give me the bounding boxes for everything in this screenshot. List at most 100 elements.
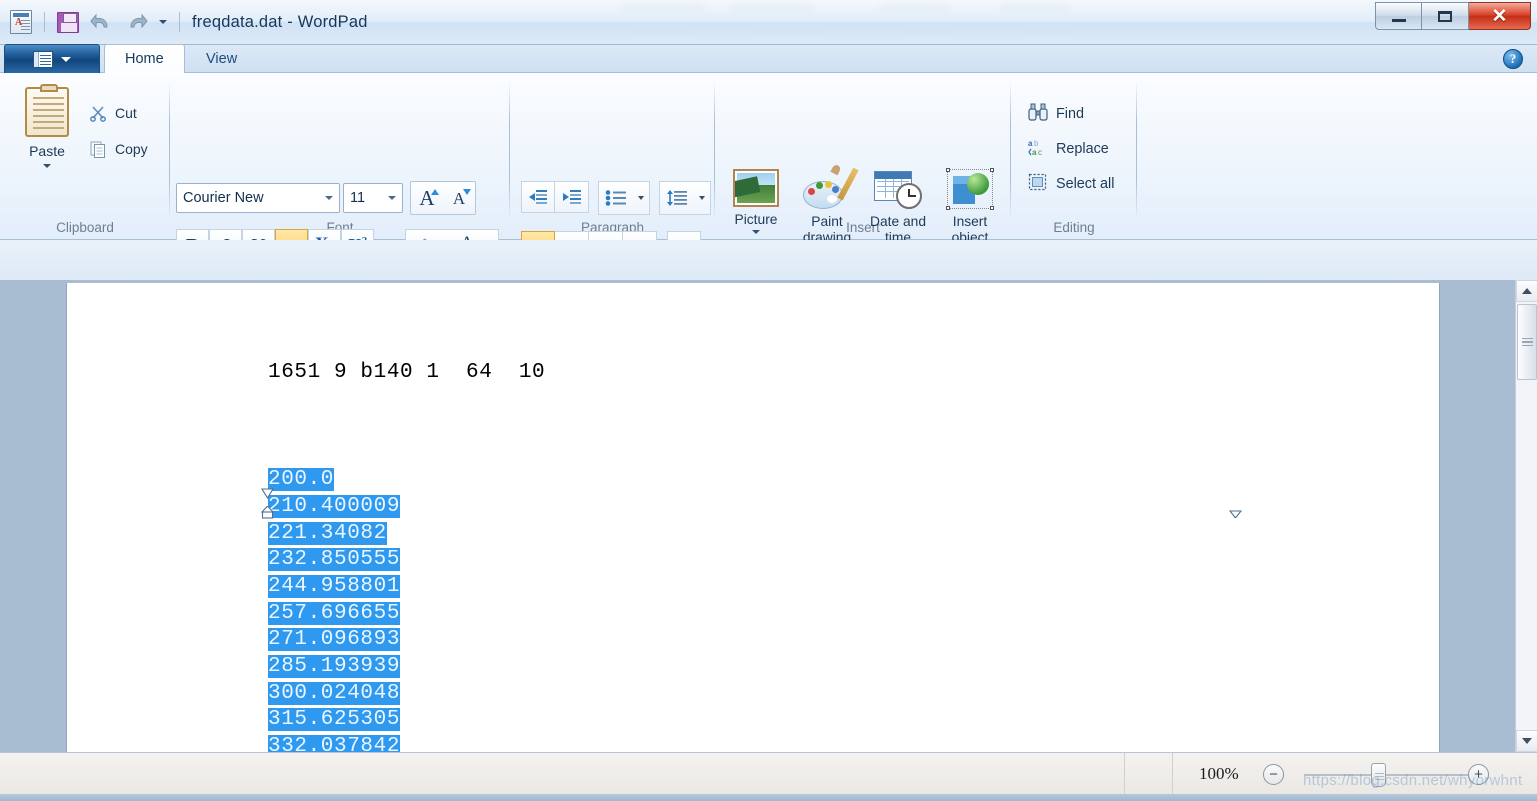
application-menu-button[interactable] [4, 44, 100, 74]
scroll-up-button[interactable] [1516, 280, 1537, 302]
chevron-down-icon [43, 164, 51, 168]
document-line-text: 315.625305 [268, 708, 401, 732]
undo-icon[interactable] [87, 7, 117, 37]
cut-label: Cut [115, 105, 137, 121]
decrease-indent-button[interactable] [521, 181, 555, 213]
svg-text:a: a [1032, 148, 1037, 156]
customize-quick-access-icon[interactable] [155, 10, 171, 34]
insert-object-button[interactable]: Insert object [932, 168, 1008, 246]
hanging-indent-marker[interactable] [260, 505, 275, 519]
document-line-text: 285.193939 [268, 655, 401, 679]
first-line-indent-marker[interactable] [261, 486, 274, 500]
find-label: Find [1056, 106, 1084, 122]
help-icon[interactable]: ? [1503, 49, 1523, 69]
replace-button[interactable]: a b a c Replace [1028, 138, 1109, 160]
minus-icon: − [1269, 766, 1278, 783]
increase-indent-button[interactable] [555, 181, 589, 213]
scroll-down-button[interactable] [1516, 730, 1537, 752]
paint-palette-icon [803, 163, 859, 209]
chevron-down-icon [752, 230, 760, 234]
chevron-down-icon[interactable] [699, 196, 705, 200]
document-line-text: 200.0 [268, 468, 335, 492]
vertical-scrollbar[interactable] [1515, 280, 1537, 752]
minimize-button[interactable] [1375, 2, 1422, 30]
svg-text:b: b [1034, 139, 1039, 148]
tab-view-label: View [206, 51, 238, 67]
wordpad-window-root: A freqdata.dat - WordPad ✕ Home View ? P… [0, 0, 1537, 801]
group-label-editing: Editing [1053, 220, 1095, 235]
insert-paint-drawing-button[interactable]: Paint drawing [789, 163, 865, 246]
chevron-down-icon[interactable] [638, 196, 644, 200]
document-line: 232.850555 [268, 547, 545, 574]
quick-access-toolbar: A [6, 5, 184, 39]
font-size-value: 11 [350, 190, 366, 206]
document-line: 244.958801 [268, 574, 545, 601]
window-bottom-edge [0, 794, 1537, 801]
wordpad-app-icon[interactable]: A [6, 7, 36, 37]
font-size-combobox[interactable]: 11 [343, 183, 403, 213]
document-line: 257.696655 [268, 601, 545, 628]
ribbon-group-clipboard: Paste Cut Copy Clipboard [0, 73, 170, 239]
qat-divider-2 [179, 12, 180, 32]
bullets-button[interactable] [599, 182, 633, 214]
status-divider [1124, 753, 1125, 795]
indent-buttons [521, 181, 589, 215]
triangle-down-icon [1522, 738, 1532, 744]
group-label-clipboard: Clipboard [56, 220, 114, 235]
shrink-font-button[interactable]: A [443, 182, 475, 214]
paste-button[interactable]: Paste [14, 84, 80, 207]
chevron-down-icon [61, 56, 71, 62]
document-line: 300.024048 [268, 681, 545, 708]
close-icon: ✕ [1491, 5, 1508, 27]
save-icon[interactable] [53, 7, 83, 37]
insert-date-time-button[interactable]: Date and time [860, 169, 936, 246]
close-button[interactable]: ✕ [1469, 2, 1531, 30]
maximize-button[interactable] [1422, 2, 1469, 30]
grow-font-button[interactable]: A [411, 182, 443, 214]
window-controls: ✕ [1375, 2, 1531, 30]
zoom-out-button[interactable]: − [1263, 764, 1284, 785]
document-line: 315.625305 [268, 707, 545, 734]
tab-view[interactable]: View [186, 45, 257, 73]
svg-text:c: c [1038, 148, 1042, 156]
replace-label: Replace [1056, 141, 1109, 157]
document-line: 285.193939 [268, 654, 545, 681]
right-indent-marker[interactable] [1228, 504, 1243, 519]
document-line-text: 300.024048 [268, 681, 401, 705]
group-divider [1136, 81, 1137, 221]
qat-divider [44, 12, 45, 32]
ribbon-tab-strip: Home View ? [0, 44, 1537, 74]
scrollbar-thumb[interactable] [1517, 304, 1537, 380]
line-spacing-button[interactable] [660, 182, 694, 214]
ruler-band: 21123456789101112 [0, 240, 1537, 519]
minimize-icon [1391, 18, 1406, 22]
calendar-clock-icon [874, 169, 922, 209]
triangle-up-icon [431, 189, 439, 195]
tab-home[interactable]: Home [104, 44, 185, 73]
triangle-up-icon [1522, 288, 1532, 294]
select-all-icon [1028, 173, 1048, 195]
font-family-combobox[interactable]: Courier New [176, 183, 340, 213]
picture-icon [733, 169, 779, 207]
insert-object-icon [946, 168, 994, 210]
tab-home-label: Home [125, 51, 164, 67]
document-line: 210.400009 [268, 494, 545, 521]
watermark-text: https://blog.csdn.net/whyorwhnt [1303, 772, 1523, 789]
document-line-text: 271.096893 [268, 628, 401, 652]
cut-button[interactable]: Cut [88, 103, 137, 123]
redo-icon[interactable] [121, 7, 151, 37]
title-bar: A freqdata.dat - WordPad ✕ [0, 0, 1537, 45]
insert-picture-button[interactable]: Picture [718, 169, 794, 234]
select-all-button[interactable]: Select all [1028, 173, 1114, 195]
chevron-down-icon [325, 196, 333, 200]
select-all-label: Select all [1056, 176, 1115, 192]
svg-text:a: a [1028, 139, 1033, 148]
picture-label: Picture [734, 212, 778, 227]
line-spacing-control [659, 181, 711, 215]
bullet-list-control [598, 181, 650, 215]
document-line-text: 221.34082 [268, 521, 387, 545]
find-button[interactable]: Find [1028, 103, 1084, 125]
document-text[interactable]: 1651 9 b140 1 64 10 200.0 210.400009 221.3… [268, 307, 545, 801]
font-family-value: Courier New [183, 190, 264, 206]
copy-button[interactable]: Copy [88, 139, 148, 159]
